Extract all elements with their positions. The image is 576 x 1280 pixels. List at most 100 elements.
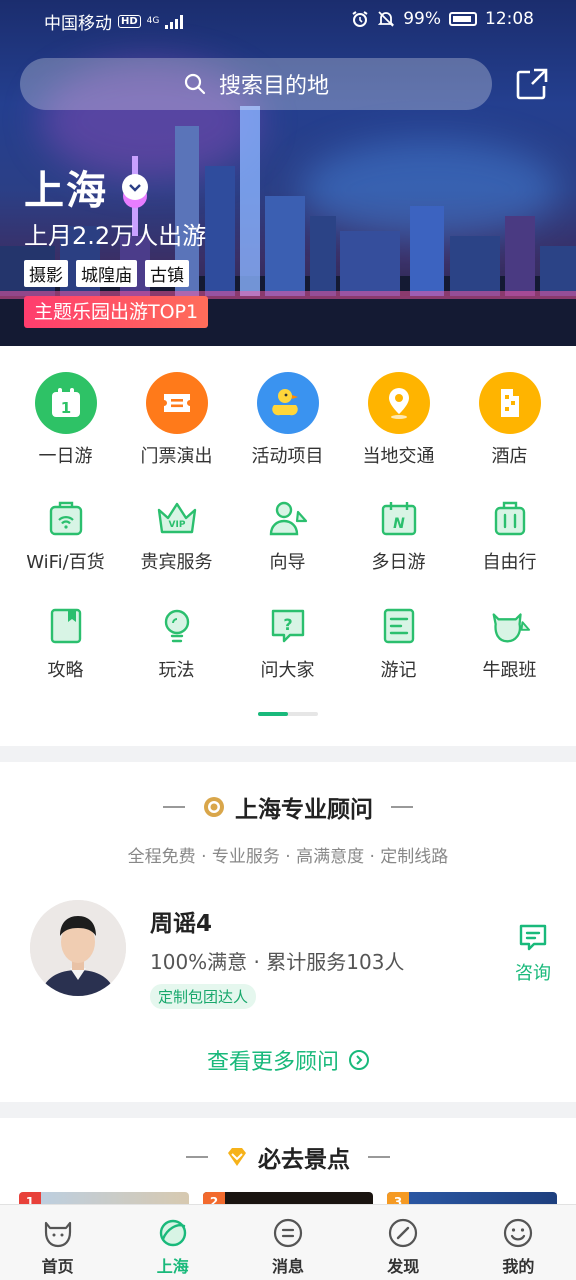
tab-messages[interactable]: 消息 (230, 1205, 345, 1280)
category-label: 一日游 (38, 446, 93, 467)
category-label: 游记 (380, 660, 417, 681)
consultant-badge-icon (204, 797, 224, 817)
hd-indicator: HD (118, 15, 141, 28)
more-consultants-link[interactable]: 查看更多顾问 (0, 1044, 576, 1076)
ticket-icon (145, 372, 208, 434)
search-placeholder: 搜索目的地 (218, 74, 329, 99)
svg-text:1: 1 (60, 399, 70, 417)
chevron-right-icon (349, 1050, 369, 1070)
category-ask-everyone[interactable]: ? 问大家 (230, 604, 345, 682)
category-guidebook[interactable]: 攻略 (8, 604, 123, 682)
bottom-tab-bar: 首页 上海 消息 发现 我的 (0, 1204, 576, 1280)
hero-tag[interactable]: 城隍庙 (76, 260, 137, 287)
rank-badge[interactable]: 主题乐园出游TOP1 (24, 296, 209, 328)
diamond-icon (228, 1148, 246, 1166)
consultant-stats: 100%满意 · 累计服务103人 (150, 950, 405, 974)
tab-profile[interactable]: 我的 (461, 1205, 576, 1280)
clock-time: 12:08 (485, 9, 534, 29)
battery-percent: 99% (403, 9, 441, 29)
divider (368, 1156, 390, 1158)
cow-home-icon (44, 1221, 71, 1248)
category-hotel[interactable]: 酒店 (452, 372, 567, 468)
destination-search-input[interactable]: 搜索目的地 (20, 58, 492, 110)
tab-discover[interactable]: 发现 (346, 1205, 461, 1280)
chevron-down-icon[interactable] (122, 174, 148, 200)
category-guide[interactable]: 向导 (230, 496, 345, 574)
consultant-section-header: 上海专业顾问 (0, 790, 576, 824)
page-indicator (258, 712, 318, 716)
svg-text:N: N (393, 516, 405, 532)
category-travel-notes[interactable]: 游记 (341, 604, 456, 682)
category-one-day-tour[interactable]: 1 一日游 (8, 372, 123, 468)
category-label: 玩法 (158, 660, 195, 681)
category-independent-travel[interactable]: 自由行 (452, 496, 567, 574)
divider (391, 806, 413, 808)
guide-person-icon (266, 496, 310, 540)
lightbulb-icon (155, 604, 199, 648)
carrier-name: 中国移动 (44, 14, 112, 34)
category-label: 活动项目 (251, 446, 324, 467)
search-icon (184, 73, 206, 95)
city-hero-banner: 中国移动 HD 4G 99% 12:08 搜索目的地 上海 上月2.2万人出游 … (0, 0, 576, 346)
compass-icon (389, 1218, 418, 1248)
mute-bell-icon (378, 11, 395, 27)
avatar[interactable] (30, 900, 126, 996)
category-tickets-shows[interactable]: 门票演出 (119, 372, 234, 468)
travel-notes-icon (377, 604, 421, 648)
category-ways-to-play[interactable]: 玩法 (119, 604, 234, 682)
luggage-icon (488, 496, 532, 540)
svg-text:VIP: VIP (168, 520, 185, 530)
vip-crown-icon: VIP (155, 496, 199, 540)
category-label: 多日游 (371, 552, 426, 573)
category-label: 贵宾服务 (140, 552, 213, 573)
category-activities[interactable]: 活动项目 (230, 372, 345, 468)
calendar-icon: 1 (34, 372, 97, 434)
more-consultants-label: 查看更多顾问 (206, 1050, 339, 1075)
planet-icon (159, 1219, 186, 1247)
category-label: 自由行 (482, 552, 537, 573)
hero-tag[interactable]: 摄影 (24, 260, 68, 287)
category-label: 当地交通 (362, 446, 435, 467)
category-local-transport[interactable]: 当地交通 (341, 372, 456, 468)
status-bar: 中国移动 HD 4G 99% 12:08 (0, 0, 576, 40)
category-label: 酒店 (491, 446, 528, 467)
divider (186, 1156, 208, 1158)
category-multi-day[interactable]: N 多日游 (341, 496, 456, 574)
consult-label: 咨询 (515, 963, 551, 984)
category-wifi-shopping[interactable]: WiFi/百货 (8, 496, 123, 574)
multi-day-calendar-icon: N (377, 496, 421, 540)
tab-label: 上海 (156, 1257, 189, 1276)
trip-count: 上月2.2万人出游 (24, 222, 207, 250)
must-visit-section: 必去景点 1 2 3 (0, 1118, 576, 1212)
tab-shanghai[interactable]: 上海 (115, 1205, 230, 1280)
consultant-section-title: 上海专业顾问 (235, 797, 373, 823)
battery-icon (449, 12, 477, 26)
tab-home[interactable]: 首页 (0, 1205, 115, 1280)
guidebook-icon (44, 604, 88, 648)
category-label: 门票演出 (140, 446, 213, 467)
hotel-icon (478, 372, 541, 434)
category-vip-service[interactable]: VIP 贵宾服务 (119, 496, 234, 574)
consultant-badge: 定制包团达人 (150, 984, 257, 1009)
consultant-name[interactable]: 周谣4 (150, 904, 212, 938)
category-label: 向导 (269, 552, 306, 573)
city-name: 上海 (24, 158, 148, 216)
wifi-suitcase-icon (44, 496, 88, 540)
category-label: 问大家 (260, 660, 315, 681)
must-visit-header: 必去景点 (0, 1140, 576, 1174)
tab-label: 我的 (502, 1257, 535, 1276)
category-label: 攻略 (47, 660, 84, 681)
consult-button[interactable]: 咨询 (510, 922, 556, 985)
hero-tags: 摄影 城隍庙 古镇 (24, 260, 189, 287)
hero-tag[interactable]: 古镇 (145, 260, 189, 287)
consultant-section: 上海专业顾问 全程免费 · 专业服务 · 高满意度 · 定制线路 周谣4 100… (0, 762, 576, 1102)
category-label: WiFi/百货 (26, 552, 105, 573)
network-type: 4G (146, 16, 160, 26)
message-icon (273, 1218, 303, 1248)
tab-label: 首页 (41, 1257, 74, 1276)
cow-mascot-icon (488, 604, 532, 648)
share-icon[interactable] (514, 66, 550, 102)
category-grid: 1 一日游 门票演出 活动项目 当地交通 酒店 WiFi/百货 VIP 贵宾服务… (0, 346, 576, 746)
category-niu-assistant[interactable]: 牛跟班 (452, 604, 567, 682)
location-pin-icon (367, 372, 430, 434)
